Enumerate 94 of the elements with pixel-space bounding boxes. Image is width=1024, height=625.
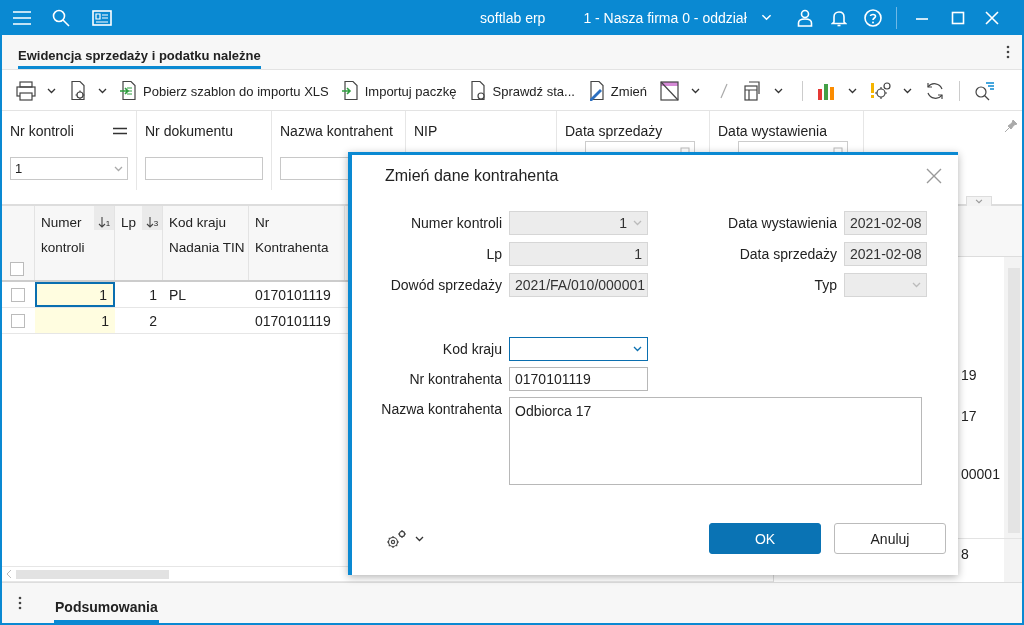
search-list-icon [973,80,995,102]
table-cell: 1 [35,282,115,307]
company-selector[interactable]: 1 - Nasza firma 0 - oddział [583,9,747,26]
gears-icon [385,528,407,549]
pin-icon[interactable] [1004,119,1018,133]
filter-select[interactable]: 1 [10,157,128,180]
caret-icon [760,14,772,21]
checkbox[interactable] [10,262,24,276]
caret-icon [903,88,912,94]
bell-icon[interactable] [830,8,847,27]
cancel-button[interactable]: Anuluj [834,523,946,554]
caret-icon [975,199,983,204]
maximize-icon[interactable] [950,10,965,25]
search-icon[interactable] [52,8,70,27]
collapse-handle[interactable] [966,196,992,206]
filter-label: Data sprzedaży [565,123,663,139]
toolbar-button[interactable]: Pobierz szablon do importu XLS [116,78,332,104]
sort-indicator[interactable]: 1 [94,206,114,230]
caret-icon [848,88,857,94]
column-header[interactable]: Kod kraju Nadania TIN [169,210,245,260]
arrow-down-icon [97,216,106,228]
table-cell-text: 0170101119 [254,311,332,331]
checkbox[interactable] [11,313,25,328]
field-label: Lp [485,245,502,262]
caret-icon [415,535,424,542]
field-label: Typ [813,276,837,293]
filter-label: Data wystawienia [718,123,827,139]
field-label: Dowód sprzedaży [389,276,502,293]
table-cell-text: 2 [148,311,158,331]
column-header[interactable]: Numer kontroli [41,210,85,260]
table-cell-text: 1 [148,285,158,305]
text-fragment: 00001 [961,466,1001,482]
toolbar-button[interactable]: Importuj paczkę [337,78,460,104]
text-fragment: 8 [961,546,970,562]
filter-label: Nr kontroli [10,123,74,139]
document-arrow-icon [119,80,139,102]
column-header[interactable]: Nr Kontrahenta [255,210,329,260]
filter-label: Nr dokumentu [145,123,233,139]
caret-icon [912,282,921,288]
field-value: 1 [15,161,23,176]
filter-label: Nazwa kontrahent [280,123,393,139]
caret-icon [98,88,107,94]
tab[interactable]: Podsumowania [54,583,159,623]
printer-icon [15,80,37,102]
sort-rank: 3 [153,220,159,228]
caret-icon [114,165,123,172]
caret-icon [691,88,700,94]
input-field[interactable]: 0170101119 [509,367,648,391]
app-name: softlab erp [480,9,546,26]
field-label: Kod kraju [441,340,502,357]
caret-icon [774,88,783,94]
caret-icon [633,220,642,226]
more-icon[interactable] [1006,45,1010,59]
filter-field[interactable] [145,157,263,180]
toolbar-button[interactable]: Sprawdź sta... [465,78,578,104]
table-cell-text: PL [168,285,188,305]
toolbar-button[interactable]: Zmień [583,78,650,104]
sort-rank: 1 [105,220,111,228]
text-fragment: 17 [961,408,978,424]
table-cell: 1 [35,308,115,333]
caret-icon [633,346,642,352]
field-label: Data wystawienia [727,214,837,231]
slash-icon [719,82,729,100]
scroll-left-icon[interactable] [6,569,12,579]
settings-button[interactable] [385,528,424,549]
sort-indicator[interactable]: 3 [142,206,162,230]
newspaper-icon[interactable] [92,9,112,26]
document-arrow-icon [340,80,361,102]
column-header[interactable]: Lp [121,210,137,235]
gear-warning-icon [869,80,893,102]
menu-icon[interactable] [12,9,32,26]
document-gear-icon [68,80,88,102]
help-icon[interactable] [863,8,882,27]
field-label: Nr kontrahenta [408,370,502,387]
close-icon[interactable] [926,168,942,184]
field-label: Numer kontroli [409,214,502,231]
refresh-icon [924,80,946,102]
checkbox[interactable] [11,287,25,302]
select-field[interactable] [509,337,648,361]
text-fragment: 19 [961,367,978,383]
more-icon[interactable] [18,596,22,610]
field-label: Nazwa kontrahenta [380,400,502,417]
crossed-document-icon [659,80,681,102]
filter-label: NIP [414,123,438,139]
user-icon[interactable] [796,8,813,27]
field-label: Data sprzedaży [738,245,837,262]
table-cell-text: 0170101119 [254,285,332,305]
arrow-down-icon [145,216,154,228]
equals-icon[interactable] [112,127,128,135]
text-area[interactable]: Odbiorca 17 [509,397,922,485]
ok-button[interactable]: OK [709,523,821,554]
dialog-title: Zmień dane kontrahenta [385,167,559,185]
scrollbar-thumb[interactable] [16,569,169,579]
caret-icon [47,88,56,94]
